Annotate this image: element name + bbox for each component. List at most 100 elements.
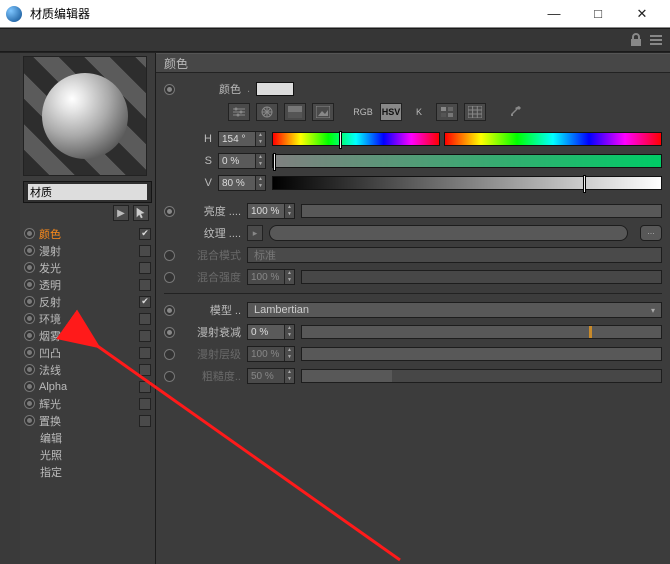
color-swatch[interactable]: [256, 82, 294, 96]
channel-transp-checkbox[interactable]: [139, 279, 151, 291]
pick-cursor-button[interactable]: [133, 205, 149, 221]
model-dropdown[interactable]: Lambertian▾: [247, 302, 662, 318]
channel-diffuse-radio[interactable]: [24, 245, 35, 256]
mixmode-radio[interactable]: [164, 250, 175, 261]
falloff-field[interactable]: 0 %▲▼: [247, 324, 295, 340]
color-mode-toolbar: RGB HSV K: [228, 103, 662, 121]
channel-reflect[interactable]: 反射✔: [20, 293, 155, 310]
channel-fog-checkbox[interactable]: [139, 330, 151, 342]
level-field[interactable]: 100 %▲▼: [247, 346, 295, 362]
channel-env-checkbox[interactable]: [139, 313, 151, 325]
rough-slider[interactable]: [301, 369, 662, 383]
channel-fog[interactable]: 烟雾: [20, 327, 155, 344]
arrow-right-icon[interactable]: ▶: [113, 205, 129, 221]
wheel-icon[interactable]: [256, 103, 278, 121]
h-value-field[interactable]: 154 °▲▼: [218, 131, 266, 147]
channel-glow-checkbox[interactable]: [139, 398, 151, 410]
channel-luminance-checkbox[interactable]: [139, 262, 151, 274]
swatch-grid-icon[interactable]: [464, 103, 486, 121]
texture-arrow-icon[interactable]: ▸: [247, 225, 263, 241]
channel-diffuse[interactable]: 漫射: [20, 242, 155, 259]
v-value-field[interactable]: 80 %▲▼: [218, 175, 266, 191]
material-name-input[interactable]: [28, 184, 147, 200]
material-preview[interactable]: [23, 56, 147, 176]
channel-glow[interactable]: 辉光: [20, 395, 155, 412]
close-button[interactable]: ✕: [620, 3, 664, 25]
channel-alpha[interactable]: Alpha: [20, 378, 155, 395]
brightness-field[interactable]: 100 %▲▼: [247, 203, 295, 219]
channel-color-radio[interactable]: [24, 228, 35, 239]
level-slider[interactable]: [301, 347, 662, 361]
rgb-button[interactable]: RGB: [352, 103, 374, 121]
falloff-label: 漫射衰减: [181, 324, 241, 340]
channel-displace[interactable]: 置换: [20, 412, 155, 429]
color-enable-radio[interactable]: [164, 84, 175, 95]
titlebar: 材质编辑器 — □ ✕: [0, 0, 670, 28]
channel-bump[interactable]: 凹凸: [20, 344, 155, 361]
minimize-button[interactable]: —: [532, 3, 576, 25]
channel-color[interactable]: 颜色 ✔: [20, 225, 155, 242]
channel-illum-label: 光照: [40, 447, 151, 463]
channel-bump-checkbox[interactable]: [139, 347, 151, 359]
mixstr-radio[interactable]: [164, 272, 175, 283]
channel-transp[interactable]: 透明: [20, 276, 155, 293]
slider-icon[interactable]: [228, 103, 250, 121]
left-gutter: [0, 53, 20, 564]
channel-edit[interactable]: 编辑: [20, 429, 155, 446]
s-value-field[interactable]: 0 %▲▼: [218, 153, 266, 169]
rough-field[interactable]: 50 %▲▼: [247, 368, 295, 384]
s-slider[interactable]: [272, 154, 662, 168]
channel-diffuse-label: 漫射: [39, 243, 135, 259]
hsv-button[interactable]: HSV: [380, 103, 402, 121]
channel-luminance[interactable]: 发光: [20, 259, 155, 276]
channel-illum[interactable]: 光照: [20, 446, 155, 463]
channel-bump-label: 凹凸: [39, 345, 135, 361]
channel-normal-checkbox[interactable]: [139, 364, 151, 376]
channel-color-label: 颜色: [39, 226, 135, 242]
mixstr-slider[interactable]: [301, 270, 662, 284]
channel-displace-radio[interactable]: [24, 415, 35, 426]
spectrum-icon[interactable]: [284, 103, 306, 121]
channel-env[interactable]: 环境: [20, 310, 155, 327]
falloff-slider[interactable]: [301, 325, 662, 339]
texture-browse-button[interactable]: ...: [640, 225, 662, 241]
level-radio[interactable]: [164, 349, 175, 360]
falloff-radio[interactable]: [164, 327, 175, 338]
v-slider[interactable]: [272, 176, 662, 190]
h-slider-b[interactable]: [444, 132, 662, 146]
channel-reflect-checkbox[interactable]: ✔: [139, 296, 151, 308]
top-toolbar: [0, 28, 670, 52]
k-button[interactable]: K: [408, 103, 430, 121]
texture-dropdown[interactable]: [269, 225, 628, 241]
maximize-button[interactable]: □: [576, 3, 620, 25]
channel-env-radio[interactable]: [24, 313, 35, 324]
mixstr-field[interactable]: 100 %▲▼: [247, 269, 295, 285]
h-slider-a[interactable]: [272, 132, 440, 146]
swatches-icon[interactable]: [436, 103, 458, 121]
channel-reflect-radio[interactable]: [24, 296, 35, 307]
lock-icon[interactable]: [628, 32, 644, 48]
channel-alpha-radio[interactable]: [24, 381, 35, 392]
mixmode-dropdown[interactable]: 标准: [247, 247, 662, 263]
channel-glow-radio[interactable]: [24, 398, 35, 409]
channel-fog-label: 烟雾: [39, 328, 135, 344]
channel-normal[interactable]: 法线: [20, 361, 155, 378]
channel-alpha-checkbox[interactable]: [139, 381, 151, 393]
channel-normal-radio[interactable]: [24, 364, 35, 375]
channel-displace-checkbox[interactable]: [139, 415, 151, 427]
rough-radio[interactable]: [164, 371, 175, 382]
channel-transp-radio[interactable]: [24, 279, 35, 290]
channel-fog-radio[interactable]: [24, 330, 35, 341]
brightness-slider[interactable]: [301, 204, 662, 218]
channel-luminance-radio[interactable]: [24, 262, 35, 273]
menu-icon[interactable]: [648, 32, 664, 48]
channel-bump-radio[interactable]: [24, 347, 35, 358]
texture-label: 纹理 ....: [181, 225, 241, 241]
channel-assign[interactable]: 指定: [20, 463, 155, 480]
channel-diffuse-checkbox[interactable]: [139, 245, 151, 257]
brightness-radio[interactable]: [164, 206, 175, 217]
eyedropper-icon[interactable]: [504, 103, 526, 121]
channel-color-checkbox[interactable]: ✔: [139, 228, 151, 240]
picture-icon[interactable]: [312, 103, 334, 121]
model-radio[interactable]: [164, 305, 175, 316]
